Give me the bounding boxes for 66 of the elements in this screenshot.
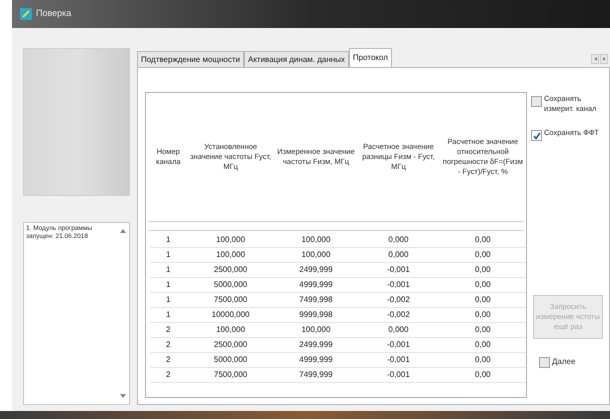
left-arrow-icon (594, 57, 596, 61)
checkbox[interactable] (531, 96, 542, 107)
tab[interactable]: Подтверждение мощности (137, 51, 244, 67)
table-cell-text: 0,000 (387, 324, 410, 336)
table-cell-text: 0,00 (474, 264, 492, 276)
table-cell-text: 100,000 (300, 249, 332, 261)
table-cell-text: 4999,999 (298, 279, 334, 291)
table-cell-text: 0,00 (474, 234, 492, 246)
table-cell-text: 100,000 (215, 249, 246, 261)
table-cell-text: 2500,000 (212, 339, 248, 351)
check-icon (532, 132, 540, 140)
table-cell-text: 2 (165, 354, 172, 366)
table-cell-text: 0,00 (474, 324, 492, 336)
tab[interactable]: Активация динам. данных (244, 51, 349, 67)
table-cell-text: 2 (165, 369, 172, 381)
table-cell-text: 100,000 (215, 324, 246, 336)
table-cell-text: 7499,998 (298, 294, 334, 306)
table-cell-text: 100,000 (215, 234, 246, 246)
table-cell-text: 0,000 (387, 234, 410, 246)
table-cell-text: 0,00 (474, 279, 492, 291)
table-cell-text: 7499,999 (298, 369, 334, 381)
right-arrow-icon (602, 57, 606, 61)
table-cell-text: 0,00 (474, 369, 492, 381)
table-cell-text: 0,00 (474, 309, 492, 321)
table-cell-text: 1 (165, 264, 172, 276)
scroll-up-icon[interactable] (120, 229, 126, 233)
table-cell-text: 0,00 (474, 339, 492, 351)
table-cell-text: 2499,999 (298, 264, 334, 276)
table-cell-text: -0,001 (386, 339, 411, 351)
checkbox[interactable] (531, 130, 542, 141)
table-cell-text: 2 (165, 339, 172, 351)
table-cell-text: 2500,000 (212, 264, 248, 276)
checkbox-label: Далее (552, 356, 576, 368)
table-cell-text: 0,00 (474, 249, 492, 261)
tab-scroll-left-button[interactable] (591, 54, 599, 64)
table-cell-text: 0,000 (387, 249, 410, 261)
table-cell-text: 5000,000 (212, 354, 248, 366)
table-cell-text: 100,000 (300, 234, 332, 246)
table-cell-text: 0,00 (474, 354, 492, 366)
table-cell-text: 2499,999 (298, 339, 334, 351)
table-cell-text: 100,000 (300, 324, 332, 336)
checkbox[interactable] (539, 357, 550, 368)
scroll-down-icon[interactable] (120, 394, 126, 398)
table-cell-text: -0,001 (386, 264, 411, 276)
table-cell-text: 1 (165, 234, 172, 246)
table-cell-text: 2 (165, 324, 172, 336)
tab-scroll-right-button[interactable] (600, 54, 608, 64)
table-cell-text: 1 (165, 309, 172, 321)
table-cell-text: 7500,000 (212, 294, 248, 306)
table-cell-text: 1 (165, 294, 172, 306)
table-cell-text: 9999,998 (298, 309, 334, 321)
table-cell-text: 7500,000 (212, 369, 248, 381)
table-cell-text: 1 (165, 279, 172, 291)
table-cell-text: -0,002 (386, 309, 411, 321)
window-title: Поверка (36, 7, 72, 20)
app-icon (20, 8, 32, 20)
table-cell-text: -0,001 (386, 279, 411, 291)
table-cell-text: 10000,000 (210, 309, 250, 321)
table-cell-text: -0,001 (386, 369, 411, 381)
table-cell-text: 0,00 (474, 294, 492, 306)
table-cell-text: 1 (165, 249, 172, 261)
tab[interactable]: Протокол (348, 48, 392, 67)
table-cell-text: 5000,000 (212, 279, 248, 291)
table-cell-text: -0,002 (386, 294, 411, 306)
table-cell-text: 4999,999 (298, 354, 334, 366)
table-cell-text: -0,001 (386, 354, 411, 366)
